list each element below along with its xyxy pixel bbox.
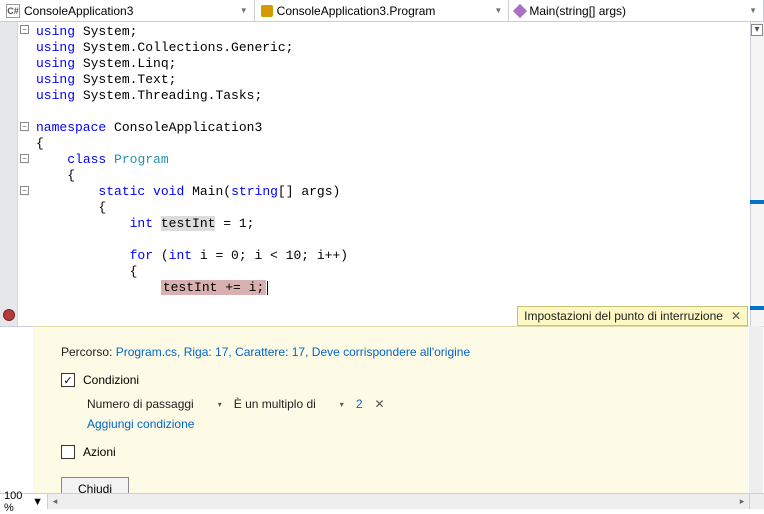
scroll-left-icon[interactable]: ◂ bbox=[48, 494, 62, 509]
fold-toggle[interactable]: − bbox=[20, 25, 29, 34]
chevron-down-icon: ▼ bbox=[32, 496, 43, 508]
class-combo[interactable]: ConsoleApplication3.Program ▼ bbox=[255, 0, 510, 21]
panel-scrollbar[interactable] bbox=[749, 326, 763, 493]
breakpoint-gutter[interactable] bbox=[0, 22, 18, 326]
change-marker bbox=[750, 200, 764, 204]
actions-label: Azioni bbox=[83, 445, 116, 459]
condition-op-dropdown[interactable]: È un multiplo di▾ bbox=[234, 397, 344, 411]
chevron-down-icon: ▼ bbox=[749, 6, 757, 15]
method-label: Main(string[] args) bbox=[529, 4, 626, 18]
zoom-combo[interactable]: 100 %▼ bbox=[0, 494, 48, 509]
outline-gutter[interactable]: − − − − bbox=[18, 22, 32, 326]
condition-value[interactable]: 2 bbox=[356, 397, 363, 411]
popup-title-text: Impostazioni del punto di interruzione bbox=[524, 309, 723, 323]
conditions-label: Condizioni bbox=[83, 373, 139, 387]
code-editor: − − − − using System; using System.Colle… bbox=[0, 22, 764, 327]
method-icon bbox=[513, 3, 527, 17]
class-icon bbox=[261, 5, 273, 17]
remove-condition-button[interactable]: ✕ bbox=[375, 397, 385, 411]
close-icon[interactable]: ✕ bbox=[731, 309, 741, 323]
class-label: ConsoleApplication3.Program bbox=[277, 4, 436, 18]
fold-toggle[interactable]: − bbox=[20, 122, 29, 131]
horizontal-scrollbar[interactable]: ◂ ▸ bbox=[48, 494, 750, 509]
scroll-corner bbox=[750, 494, 764, 509]
code-area[interactable]: using System; using System.Collections.G… bbox=[32, 22, 750, 326]
split-icon[interactable]: ▾ bbox=[751, 24, 763, 36]
actions-checkbox[interactable] bbox=[61, 445, 75, 459]
status-bar: 100 %▼ ◂ ▸ bbox=[0, 493, 764, 509]
chevron-down-icon: ▼ bbox=[240, 6, 248, 15]
method-combo[interactable]: Main(string[] args) ▼ bbox=[509, 0, 764, 21]
location-link[interactable]: Program.cs, Riga: 17, Carattere: 17, Dev… bbox=[116, 345, 470, 359]
project-combo[interactable]: C# ConsoleApplication3 ▼ bbox=[0, 0, 255, 21]
condition-type-dropdown[interactable]: Numero di passaggi▾ bbox=[87, 397, 222, 411]
breakpoint-settings-panel: Percorso: Program.cs, Riga: 17, Caratter… bbox=[33, 326, 748, 495]
fold-toggle[interactable]: − bbox=[20, 186, 29, 195]
breakpoint-settings-title: Impostazioni del punto di interruzione ✕ bbox=[517, 306, 748, 326]
scroll-right-icon[interactable]: ▸ bbox=[735, 494, 749, 509]
csharp-icon: C# bbox=[6, 4, 20, 18]
change-marker bbox=[750, 306, 764, 310]
add-condition-link[interactable]: Aggiungi condizione bbox=[87, 417, 720, 431]
project-label: ConsoleApplication3 bbox=[24, 4, 133, 18]
breakpoint-location: Percorso: Program.cs, Riga: 17, Caratter… bbox=[61, 345, 720, 359]
navigation-bar: C# ConsoleApplication3 ▼ ConsoleApplicati… bbox=[0, 0, 764, 22]
breakpoint-icon[interactable] bbox=[3, 309, 15, 321]
fold-toggle[interactable]: − bbox=[20, 154, 29, 163]
chevron-down-icon: ▼ bbox=[494, 6, 502, 15]
overview-ruler[interactable]: ▾ bbox=[750, 22, 764, 326]
conditions-checkbox[interactable]: ✓ bbox=[61, 373, 75, 387]
breakpoint-line: testInt += i; bbox=[161, 280, 266, 295]
